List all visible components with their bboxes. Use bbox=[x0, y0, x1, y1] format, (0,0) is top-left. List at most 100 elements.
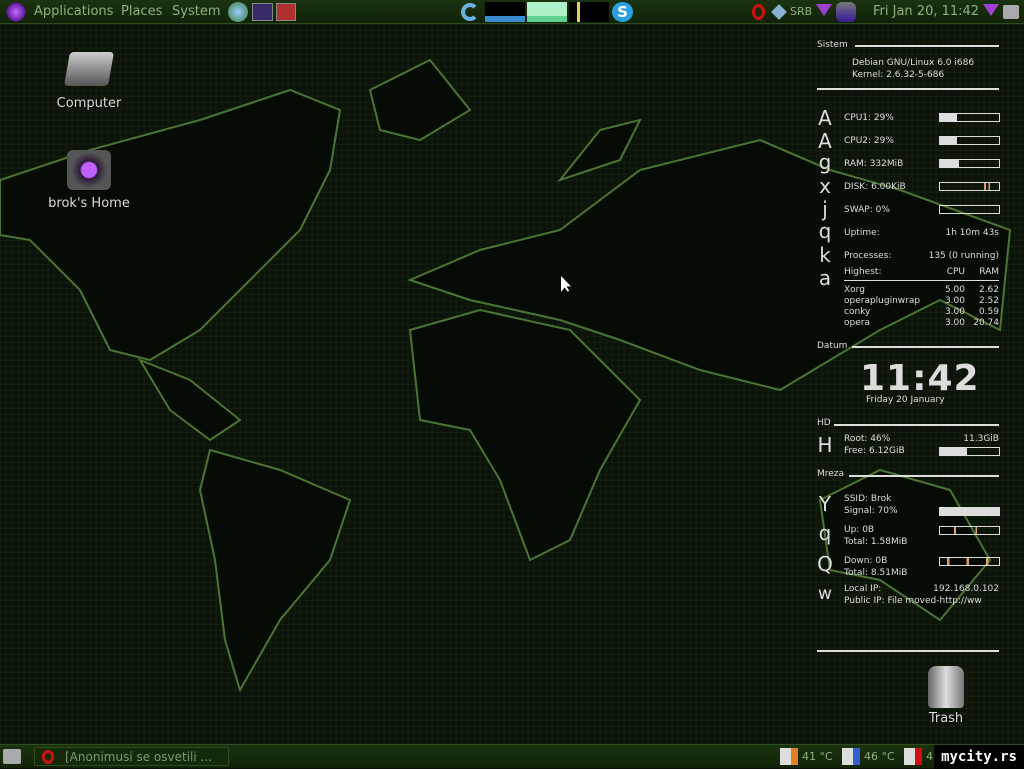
process-ram: 2.62 bbox=[978, 285, 999, 295]
network-swirl-icon[interactable] bbox=[461, 3, 479, 21]
divider bbox=[817, 650, 999, 652]
divider bbox=[849, 475, 999, 477]
show-desktop-icon[interactable] bbox=[3, 749, 21, 764]
bar-fill bbox=[940, 508, 999, 515]
task-title: [Anonimusi se osvetili ... bbox=[65, 750, 212, 764]
swap-bar bbox=[939, 205, 1000, 214]
ram-label: RAM: 332MiB bbox=[844, 159, 904, 169]
os-name: Debian GNU/Linux 6.0 i686 bbox=[852, 58, 975, 68]
watermark: mycity.rs bbox=[934, 745, 1024, 769]
bar-fill bbox=[940, 114, 958, 121]
places-menu[interactable]: Places bbox=[121, 4, 162, 19]
root-size: 11.3GiB bbox=[963, 434, 999, 444]
process-cpu: 3.00 bbox=[944, 318, 965, 328]
download-total: Total: 8.51MiB bbox=[844, 568, 908, 578]
process-ram: 20.74 bbox=[973, 318, 999, 328]
cpu2-bar bbox=[939, 136, 1000, 145]
desktop-icon-home[interactable]: brok's Home bbox=[40, 150, 138, 211]
memory-monitor-graph[interactable] bbox=[527, 2, 567, 22]
highest-cpu-header: CPU bbox=[946, 267, 965, 277]
system-menu[interactable]: System bbox=[172, 4, 220, 19]
highest-glyph-icon: a bbox=[818, 266, 832, 290]
web-browser-icon[interactable] bbox=[228, 2, 248, 22]
bar-fill bbox=[940, 448, 968, 455]
computer-icon bbox=[64, 52, 114, 86]
desktop-icon-computer[interactable]: Computer bbox=[50, 52, 128, 111]
upload-graph bbox=[939, 526, 1000, 535]
processes-label: Processes: bbox=[844, 251, 892, 261]
icon-label: brok's Home bbox=[48, 196, 130, 211]
free-space-label: Free: 6.12GiB bbox=[844, 446, 905, 456]
swap-glyph-icon: j bbox=[822, 197, 828, 221]
upload-speed: Up: 0B bbox=[844, 525, 875, 535]
temp-sensor-1[interactable]: 41 °C bbox=[802, 750, 833, 763]
section-header-hd: HD bbox=[817, 418, 831, 428]
opera-icon[interactable] bbox=[752, 4, 765, 20]
kernel-version: Kernel: 2.6.32-5-686 bbox=[852, 70, 945, 80]
ram-bar bbox=[939, 159, 1000, 168]
section-header-datum: Datum bbox=[817, 341, 848, 351]
trash-icon bbox=[928, 666, 964, 708]
top-panel: Applications Places System S SRB Fri Jan… bbox=[0, 0, 1024, 24]
root-terminal-icon[interactable] bbox=[276, 3, 296, 21]
process-cpu: 5.00 bbox=[944, 285, 965, 295]
icon-label: Computer bbox=[56, 96, 122, 111]
download-glyph-icon: Q bbox=[817, 552, 833, 576]
distro-logo-icon[interactable] bbox=[6, 2, 26, 22]
signal-label: Signal: 70% bbox=[844, 506, 898, 516]
applications-menu[interactable]: Applications bbox=[34, 4, 113, 19]
local-ip-label: Local IP: bbox=[844, 584, 882, 594]
conky-clock: 11:42 bbox=[860, 358, 980, 399]
network-monitor-graph[interactable] bbox=[569, 2, 609, 22]
download-graph bbox=[939, 557, 1000, 566]
divider bbox=[834, 424, 999, 426]
ram-glyph-icon: g bbox=[818, 150, 832, 174]
terminal-icon[interactable] bbox=[252, 3, 273, 21]
icon-label: Trash bbox=[928, 711, 964, 726]
root-usage-bar bbox=[939, 447, 1000, 456]
ssid-label: SSID: Brok bbox=[844, 494, 892, 504]
process-ram: 0.59 bbox=[978, 307, 999, 317]
desktop-icon-trash[interactable]: Trash bbox=[916, 666, 976, 726]
hd-glyph-icon: H bbox=[817, 433, 833, 457]
cpu-monitor-graph[interactable] bbox=[485, 2, 525, 22]
processes-value: 135 (0 running) bbox=[928, 251, 999, 261]
clock[interactable]: Fri Jan 20, 11:42 bbox=[873, 4, 979, 19]
opera-icon bbox=[42, 750, 54, 764]
upload-glyph-icon: q bbox=[818, 521, 832, 545]
uptime-value: 1h 10m 43s bbox=[945, 228, 999, 238]
divider bbox=[852, 346, 999, 348]
disk-glyph-icon: x bbox=[819, 174, 831, 198]
cpu2-label: CPU2: 29% bbox=[844, 136, 894, 146]
show-desktop-icon[interactable] bbox=[1003, 5, 1019, 19]
skype-icon[interactable]: S bbox=[612, 2, 633, 22]
process-ram: 2.52 bbox=[978, 296, 999, 306]
ip-glyph-icon: w bbox=[818, 584, 832, 604]
swap-label: SWAP: 0% bbox=[844, 205, 890, 215]
network-signal-icon[interactable] bbox=[816, 4, 832, 16]
dropbox-icon[interactable] bbox=[771, 4, 787, 20]
cpu-glyph-icon: A bbox=[818, 106, 832, 130]
taskbar-item-opera[interactable]: [Anonimusi se osvetili ... bbox=[34, 747, 229, 766]
divider bbox=[817, 88, 999, 90]
local-ip-value: 192.168.0.102 bbox=[933, 584, 999, 594]
process-cpu: 3.00 bbox=[944, 296, 965, 306]
messenger-icon[interactable] bbox=[836, 2, 856, 22]
process-name: operapluginwrap bbox=[844, 296, 921, 306]
divider bbox=[855, 45, 999, 47]
root-usage-label: Root: 46% bbox=[844, 434, 891, 444]
upload-total: Total: 1.58MiB bbox=[844, 537, 908, 547]
disk-io-graph bbox=[939, 182, 1000, 191]
highest-ram-header: RAM bbox=[979, 267, 999, 277]
temp-sensor-2[interactable]: 46 °C bbox=[864, 750, 895, 763]
signal-bar bbox=[939, 507, 1000, 516]
network-status-icon[interactable] bbox=[983, 4, 999, 16]
bottom-panel: [Anonimusi se osvetili ... 41 °C 46 °C 4… bbox=[0, 744, 1024, 769]
temperature-icon bbox=[842, 748, 860, 765]
cpu1-bar bbox=[939, 113, 1000, 122]
uptime-label: Uptime: bbox=[844, 228, 880, 238]
bar-fill bbox=[940, 137, 958, 144]
keyboard-layout-indicator[interactable]: SRB bbox=[790, 5, 812, 18]
cpu1-label: CPU1: 29% bbox=[844, 113, 894, 123]
conky-date: Friday 20 January bbox=[866, 395, 945, 405]
